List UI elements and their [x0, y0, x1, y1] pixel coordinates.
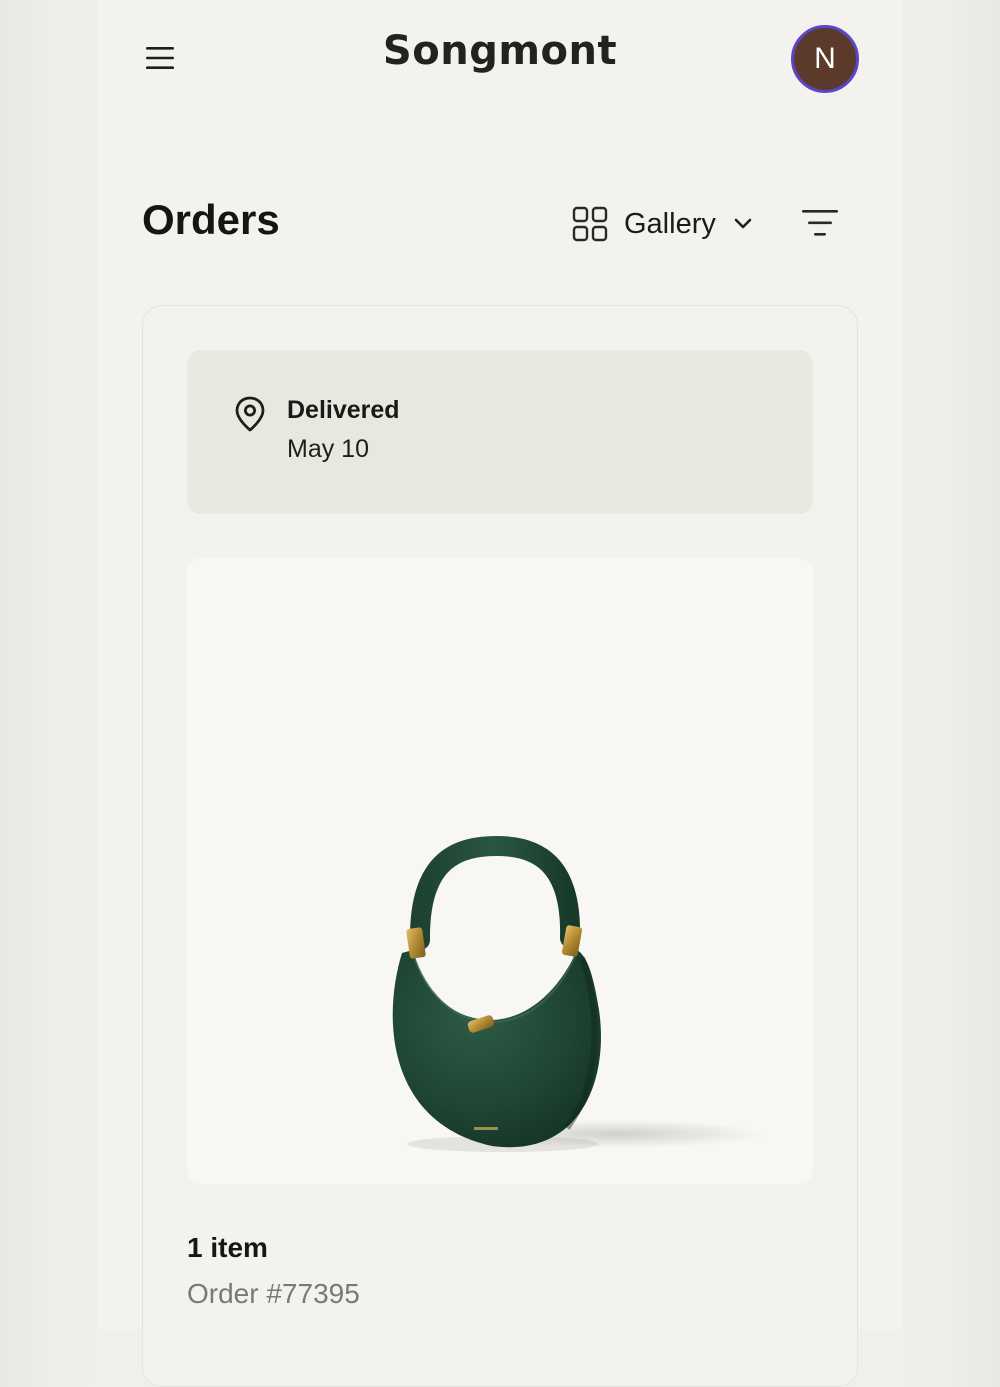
chevron-down-icon — [734, 218, 752, 229]
grid-view-icon — [572, 206, 608, 242]
avatar[interactable]: N — [791, 25, 859, 93]
view-selector-label: Gallery — [624, 207, 716, 240]
item-count: 1 item — [187, 1232, 268, 1263]
delivery-status-text: Delivered May 10 — [287, 396, 400, 464]
avatar-initial: N — [814, 42, 836, 75]
location-pin-icon — [235, 396, 265, 432]
delivery-status-label: Delivered — [287, 396, 400, 424]
product-image[interactable] — [187, 558, 813, 1184]
filter-icon — [802, 210, 838, 236]
brand-logo[interactable]: Songmont — [98, 28, 902, 74]
delivery-status-box: Delivered May 10 — [187, 350, 813, 514]
view-selector[interactable]: Gallery — [572, 202, 754, 246]
order-card[interactable]: Delivered May 10 1 item Order #77395 — [142, 305, 858, 1387]
app-screen: Songmont N Orders Gallery Delivered May … — [98, 0, 902, 1387]
filter-button[interactable] — [800, 204, 840, 242]
page-title: Orders — [142, 196, 280, 243]
order-number: Order #77395 — [187, 1278, 360, 1309]
green-handbag-image — [392, 835, 767, 1152]
delivery-date: May 10 — [287, 435, 369, 463]
